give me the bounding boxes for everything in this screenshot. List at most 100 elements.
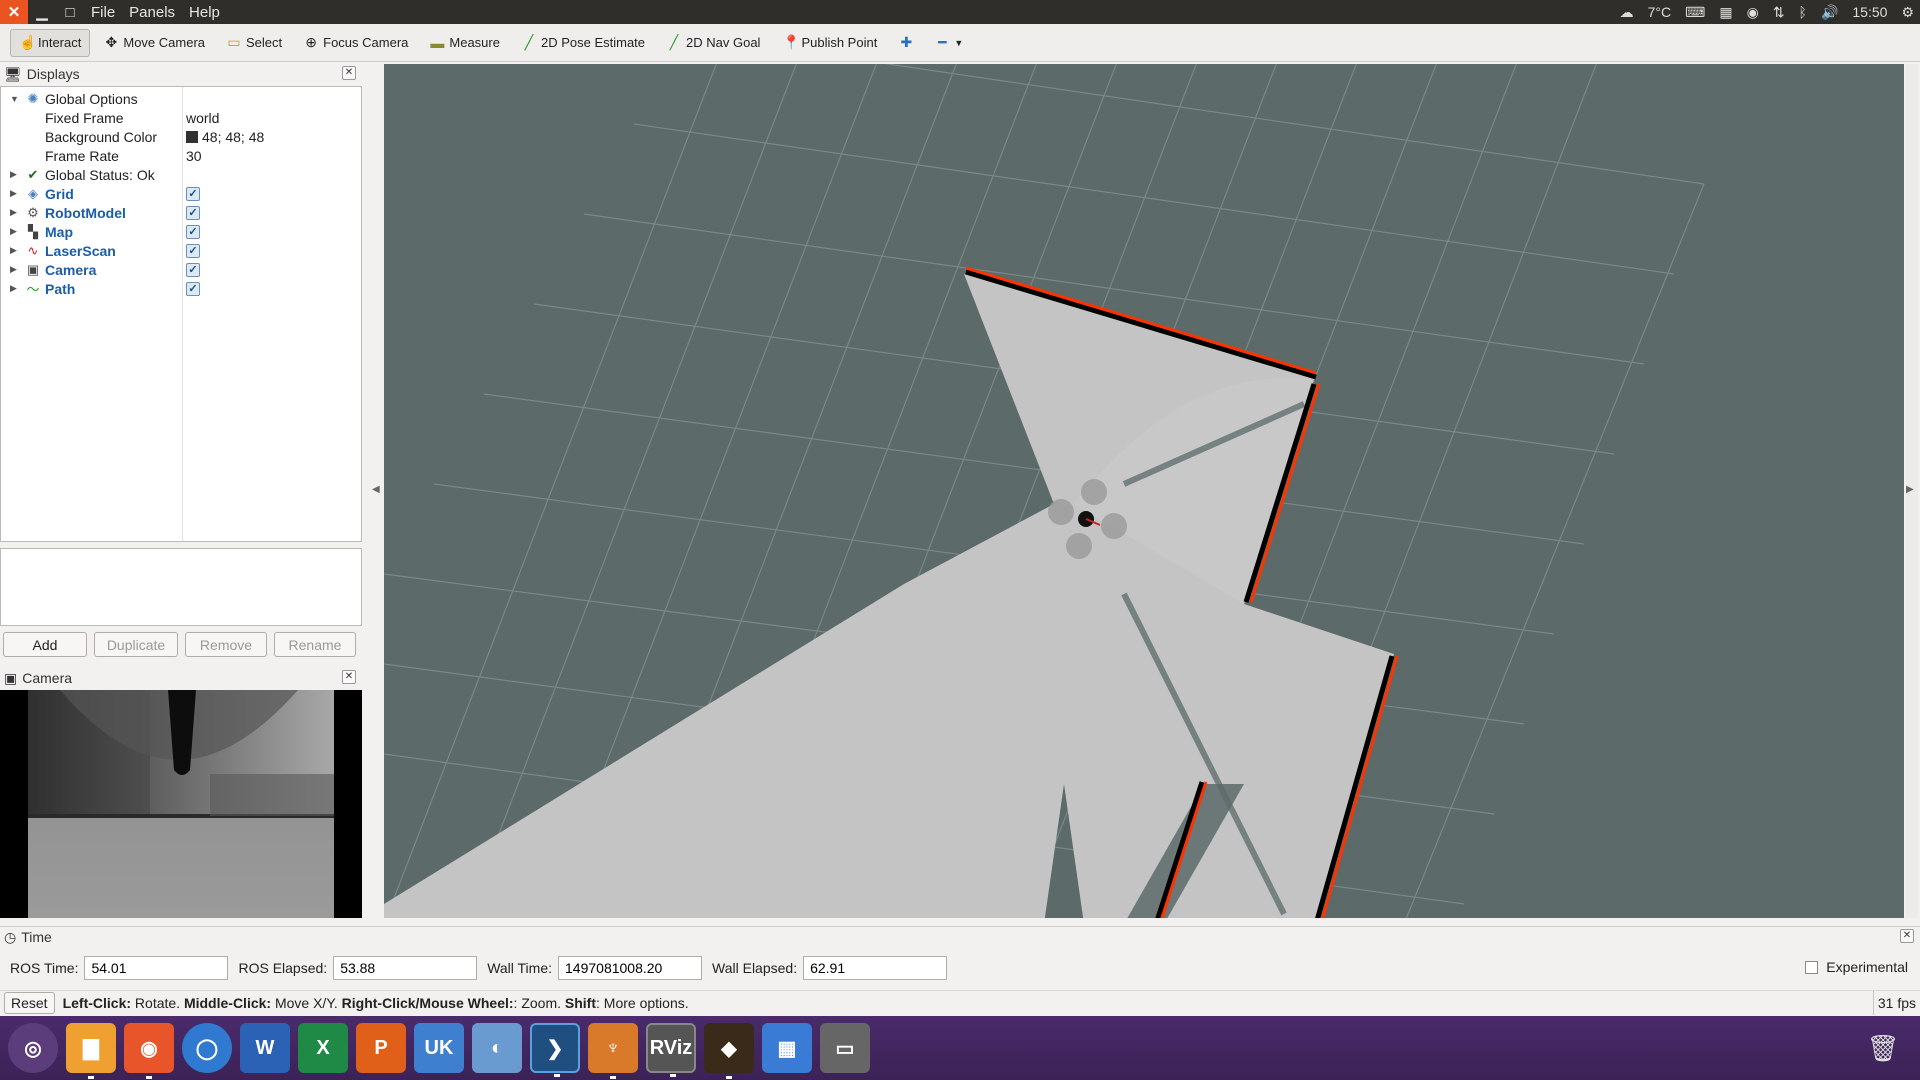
laserscan-enabled-checkbox[interactable]: ✓ [186, 243, 200, 258]
fixed-frame-value[interactable]: world [186, 110, 219, 126]
software-center-icon[interactable]: UK [414, 1023, 464, 1073]
experimental-checkbox[interactable] [1805, 960, 1819, 974]
menu-file[interactable]: File [84, 4, 122, 21]
property-description-box [0, 548, 362, 626]
calendar-icon[interactable]: ▦ [1719, 4, 1732, 21]
chromium-icon[interactable]: ◯ [182, 1023, 232, 1073]
tree-row-grid[interactable]: ▶ ◈ Grid ✓ [1, 184, 361, 203]
expand-arrow-icon[interactable]: ▶ [10, 245, 22, 256]
tool-measure[interactable]: ▬ Measure [422, 29, 508, 57]
rename-display-button[interactable]: Rename [274, 632, 356, 657]
robotmodel-enabled-checkbox[interactable]: ✓ [186, 205, 200, 220]
wine-icon[interactable]: ♆ [588, 1023, 638, 1079]
close-panel-icon[interactable]: ✕ [342, 66, 356, 80]
volume-icon[interactable]: 🔊 [1821, 4, 1838, 21]
wall-time-field[interactable] [558, 956, 703, 980]
clock[interactable]: 15:50 [1852, 4, 1887, 20]
ros-elapsed-field[interactable] [333, 956, 478, 980]
displays-panel: 🖥 Displays ✕ ▼ ✺ Global Options Fixed Fr… [0, 64, 362, 662]
expand-arrow-icon[interactable]: ▶ [10, 264, 22, 275]
displays-tree[interactable]: ▼ ✺ Global Options Fixed Frame world Bac… [0, 86, 362, 542]
tool-interact[interactable]: ☝ Interact [10, 28, 91, 57]
tool-publish-point[interactable]: 📍 Publish Point [774, 29, 885, 57]
tree-row-frame-rate[interactable]: Frame Rate 30 [1, 146, 361, 165]
powerpoint-icon[interactable]: P [356, 1023, 406, 1073]
add-tool-button[interactable]: ✚ [891, 29, 921, 57]
disk-drive-icon[interactable]: ▭ [820, 1023, 870, 1073]
trash-icon[interactable]: 🗑 [1860, 1024, 1906, 1072]
camera-image-view[interactable] [0, 690, 362, 918]
top-menu-bar: ✕ ▁ □ File Panels Help ☁ 7°C ⌨ ▦ ◉ ⇅ ᛒ 🔊… [0, 0, 1920, 24]
time-panel-title: Time [21, 929, 52, 945]
status-hint: Left-Click: Rotate. Middle-Click: Move X… [62, 994, 689, 1011]
tree-row-camera[interactable]: ▶ ▣ Camera ✓ [1, 260, 361, 279]
expand-arrow-icon[interactable]: ▼ [10, 94, 22, 104]
tool-move-camera[interactable]: ✥ Move Camera [96, 29, 213, 57]
tool-select[interactable]: ▭ Select [219, 29, 290, 57]
expand-arrow-icon[interactable]: ▶ [10, 207, 22, 218]
background-color-value[interactable]: 48; 48; 48 [186, 129, 264, 145]
firefox-icon[interactable]: ◉ [124, 1023, 174, 1079]
add-display-button[interactable]: Add [3, 632, 87, 657]
goal-arrow-icon: ╱ [669, 34, 679, 50]
tree-row-global-status[interactable]: ▶ ✔ Global Status: Ok [1, 165, 361, 184]
minimize-window-button[interactable]: ▁ [28, 0, 56, 24]
collapse-right-arrow-icon[interactable]: ▶ [1906, 484, 1914, 495]
close-panel-icon[interactable]: ✕ [1900, 929, 1914, 943]
menu-help[interactable]: Help [182, 4, 227, 21]
expand-arrow-icon[interactable]: ▶ [10, 283, 22, 294]
files-icon[interactable]: ▇ [66, 1023, 116, 1079]
camera-enabled-checkbox[interactable]: ✓ [186, 262, 200, 277]
path-enabled-checkbox[interactable]: ✓ [186, 281, 200, 296]
tree-row-path[interactable]: ▶ 〜 Path ✓ [1, 279, 361, 298]
maximize-window-button[interactable]: □ [56, 0, 84, 24]
tree-row-global-options[interactable]: ▼ ✺ Global Options [1, 89, 361, 108]
wall-elapsed-field[interactable] [803, 956, 948, 980]
tree-row-map[interactable]: ▶ ▚ Map ✓ [1, 222, 361, 241]
frame-rate-value[interactable]: 30 [186, 148, 202, 164]
tool-focus-camera[interactable]: ⊕ Focus Camera [296, 29, 416, 57]
weather-temp[interactable]: 7°C [1648, 4, 1672, 20]
remote-desktop-icon[interactable]: ◐ [472, 1023, 522, 1073]
chat-icon[interactable]: ◉ [1747, 4, 1759, 21]
expand-arrow-icon[interactable]: ▶ [10, 169, 22, 180]
close-panel-icon[interactable]: ✕ [342, 670, 356, 684]
camera-icon: ▣ [26, 261, 40, 277]
vscode-icon[interactable]: ❯ [530, 1023, 580, 1077]
word-icon[interactable]: W [240, 1023, 290, 1073]
tool-2d-nav-goal[interactable]: ╱ 2D Nav Goal [659, 29, 768, 57]
remove-display-button[interactable]: Remove [185, 632, 267, 657]
duplicate-display-button[interactable]: Duplicate [94, 632, 178, 657]
settings-gear-icon[interactable]: ⚙ [1901, 4, 1914, 21]
bluetooth-icon[interactable]: ᛒ [1799, 4, 1807, 20]
weather-icon[interactable]: ☁ [1620, 4, 1634, 21]
measure-icon: ▬ [430, 34, 445, 51]
excel-icon[interactable]: X [298, 1023, 348, 1073]
expand-arrow-icon[interactable]: ▶ [10, 188, 22, 199]
expand-arrow-icon[interactable]: ▶ [10, 226, 22, 237]
3d-render-view[interactable] [384, 64, 1904, 918]
collapse-left-arrow-icon[interactable]: ◀ [372, 484, 380, 495]
ros-time-field[interactable] [84, 956, 229, 980]
rviz-icon[interactable]: RViz [646, 1023, 696, 1077]
network-icon[interactable]: ⇅ [1773, 4, 1785, 21]
tree-row-background-color[interactable]: Background Color 48; 48; 48 [1, 127, 361, 146]
gazebo-icon[interactable]: ◆ [704, 1023, 754, 1079]
close-window-button[interactable]: ✕ [0, 0, 28, 24]
remove-tool-dropdown[interactable]: ━ ▼ [927, 29, 971, 57]
tree-row-laserscan[interactable]: ▶ ∿ LaserScan ✓ [1, 241, 361, 260]
reset-button[interactable]: Reset [4, 991, 55, 1014]
grid-enabled-checkbox[interactable]: ✓ [186, 186, 200, 201]
tree-row-fixed-frame[interactable]: Fixed Frame world [1, 108, 361, 127]
workspace-switcher-icon[interactable]: ▦ [762, 1023, 812, 1073]
keyboard-icon[interactable]: ⌨ [1685, 4, 1705, 21]
tree-row-robotmodel[interactable]: ▶ ⚙ RobotModel ✓ [1, 203, 361, 222]
time-panel-header: ◷ Time ✕ [0, 927, 1920, 947]
experimental-toggle[interactable]: Experimental [1805, 959, 1908, 975]
tool-2d-pose-estimate[interactable]: ╱ 2D Pose Estimate [514, 29, 653, 57]
camera-panel: ▣ Camera ✕ [0, 668, 362, 920]
menu-panels[interactable]: Panels [122, 4, 182, 21]
ubuntu-logo-icon[interactable]: ◎ [8, 1023, 58, 1073]
pin-icon: 📍 [782, 34, 800, 50]
map-enabled-checkbox[interactable]: ✓ [186, 224, 200, 239]
